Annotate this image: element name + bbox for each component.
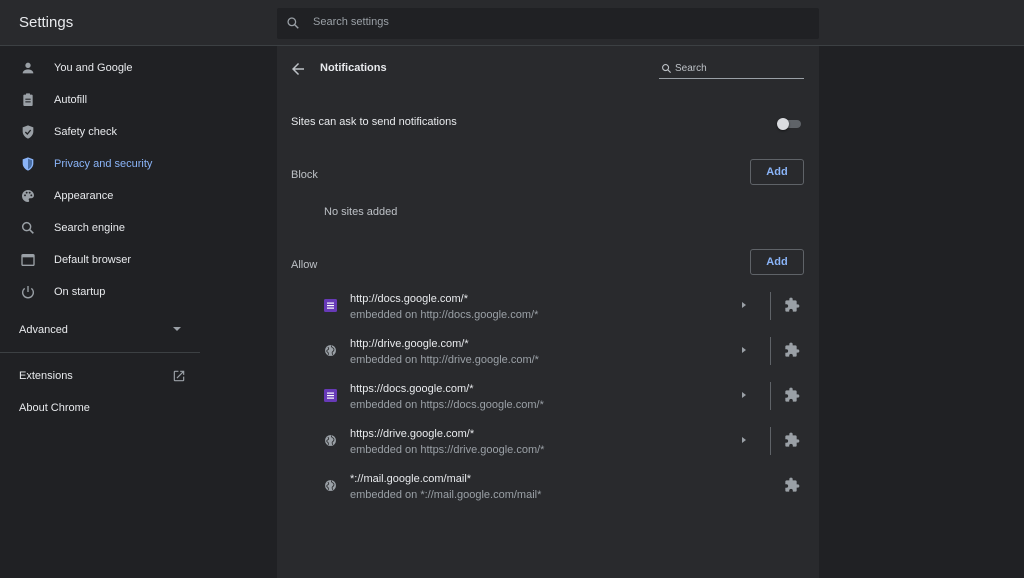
- sidebar-item-label: Autofill: [54, 94, 88, 106]
- browser-icon: [21, 254, 35, 266]
- sidebar-item-about-chrome[interactable]: About Chrome: [0, 392, 200, 424]
- row-divider: [770, 337, 771, 365]
- globe-icon: [325, 345, 336, 356]
- site-row[interactable]: http://docs.google.com/* embedded on htt…: [277, 289, 819, 333]
- sidebar-item-label: Search engine: [54, 222, 125, 234]
- notifications-panel: Notifications Search Sites can ask to se…: [277, 46, 819, 578]
- sidebar-item-appearance[interactable]: Appearance: [0, 180, 200, 212]
- toggle-label: Sites can ask to send notifications: [291, 116, 457, 128]
- sidebar-item-you-and-google[interactable]: You and Google: [0, 52, 200, 84]
- site-embedded: embedded on *://mail.google.com/mail*: [350, 489, 542, 501]
- site-embedded: embedded on http://docs.google.com/*: [350, 309, 539, 321]
- shield-check-icon: [22, 125, 34, 139]
- google-docs-icon: [324, 299, 337, 312]
- row-divider: [770, 292, 771, 320]
- search-placeholder: Search settings: [313, 16, 389, 28]
- site-url: *://mail.google.com/mail*: [350, 473, 472, 485]
- globe-icon: [325, 435, 336, 446]
- power-icon: [22, 286, 34, 299]
- sidebar-item-label: You and Google: [54, 62, 133, 74]
- sidebar: You and Google Autofill Safety check Pri…: [0, 46, 200, 578]
- search-icon: [662, 64, 672, 74]
- sidebar-item-privacy-and-security[interactable]: Privacy and security: [0, 148, 200, 180]
- extensions-label: Extensions: [19, 370, 73, 382]
- allow-section-label: Allow: [291, 259, 318, 271]
- site-embedded: embedded on https://drive.google.com/*: [350, 444, 545, 456]
- sidebar-item-autofill[interactable]: Autofill: [0, 84, 200, 116]
- row-divider: [770, 427, 771, 455]
- toggle-knob: [777, 118, 789, 130]
- open-in-new-icon: [173, 370, 185, 382]
- site-row[interactable]: http://drive.google.com/* embedded on ht…: [277, 334, 819, 378]
- extension-puzzle-icon: [785, 432, 800, 447]
- allow-add-button[interactable]: Add: [750, 249, 804, 275]
- search-settings-input[interactable]: Search settings: [277, 8, 819, 39]
- chevron-right-icon[interactable]: [739, 344, 749, 356]
- site-url: https://drive.google.com/*: [350, 428, 475, 440]
- block-empty-text: No sites added: [324, 206, 398, 218]
- page-title: Notifications: [320, 62, 387, 74]
- site-embedded: embedded on https://docs.google.com/*: [350, 399, 544, 411]
- sidebar-divider: [0, 352, 200, 353]
- shield-icon: [22, 157, 34, 171]
- search-icon: [287, 17, 299, 29]
- extension-puzzle-icon: [785, 342, 800, 357]
- sidebar-item-safety-check[interactable]: Safety check: [0, 116, 200, 148]
- site-url: http://docs.google.com/*: [350, 293, 469, 305]
- site-embedded: embedded on http://drive.google.com/*: [350, 354, 539, 366]
- sidebar-item-label: Safety check: [54, 126, 117, 138]
- top-bar: Settings Search settings: [0, 0, 1024, 46]
- google-docs-icon: [324, 389, 337, 402]
- block-add-button[interactable]: Add: [750, 159, 804, 185]
- chevron-right-icon[interactable]: [739, 299, 749, 311]
- site-row[interactable]: https://drive.google.com/* embedded on h…: [277, 424, 819, 468]
- site-row[interactable]: *://mail.google.com/mail* embedded on *:…: [277, 469, 819, 513]
- sidebar-item-default-browser[interactable]: Default browser: [0, 244, 200, 276]
- notifications-search-input[interactable]: Search: [659, 58, 804, 79]
- app-title: Settings: [19, 14, 74, 31]
- palette-icon: [22, 190, 34, 202]
- search-icon: [21, 221, 34, 234]
- sidebar-item-label: Appearance: [54, 190, 114, 202]
- person-icon: [22, 62, 34, 74]
- row-divider: [770, 382, 771, 410]
- sidebar-advanced-toggle[interactable]: Advanced: [0, 314, 200, 346]
- sidebar-item-search-engine[interactable]: Search engine: [0, 212, 200, 244]
- sidebar-item-label: Privacy and security: [54, 158, 153, 170]
- advanced-label: Advanced: [19, 324, 68, 336]
- sidebar-item-label: Default browser: [54, 254, 132, 266]
- search-placeholder: Search: [675, 63, 707, 74]
- clipboard-icon: [23, 93, 33, 106]
- notifications-toggle[interactable]: [777, 118, 802, 130]
- chevron-right-icon[interactable]: [739, 389, 749, 401]
- extension-puzzle-icon: [785, 477, 800, 492]
- back-arrow-icon[interactable]: [289, 60, 307, 78]
- extension-puzzle-icon: [785, 297, 800, 312]
- globe-icon: [325, 480, 336, 491]
- sidebar-item-on-startup[interactable]: On startup: [0, 276, 200, 308]
- site-row[interactable]: https://docs.google.com/* embedded on ht…: [277, 379, 819, 423]
- about-label: About Chrome: [19, 402, 90, 414]
- site-url: http://drive.google.com/*: [350, 338, 469, 350]
- sidebar-item-label: On startup: [54, 286, 106, 298]
- extension-puzzle-icon: [785, 387, 800, 402]
- site-url: https://docs.google.com/*: [350, 383, 474, 395]
- chevron-right-icon[interactable]: [739, 434, 749, 446]
- block-section-label: Block: [291, 169, 318, 181]
- chevron-down-icon: [173, 327, 181, 331]
- sidebar-item-extensions[interactable]: Extensions: [0, 360, 200, 392]
